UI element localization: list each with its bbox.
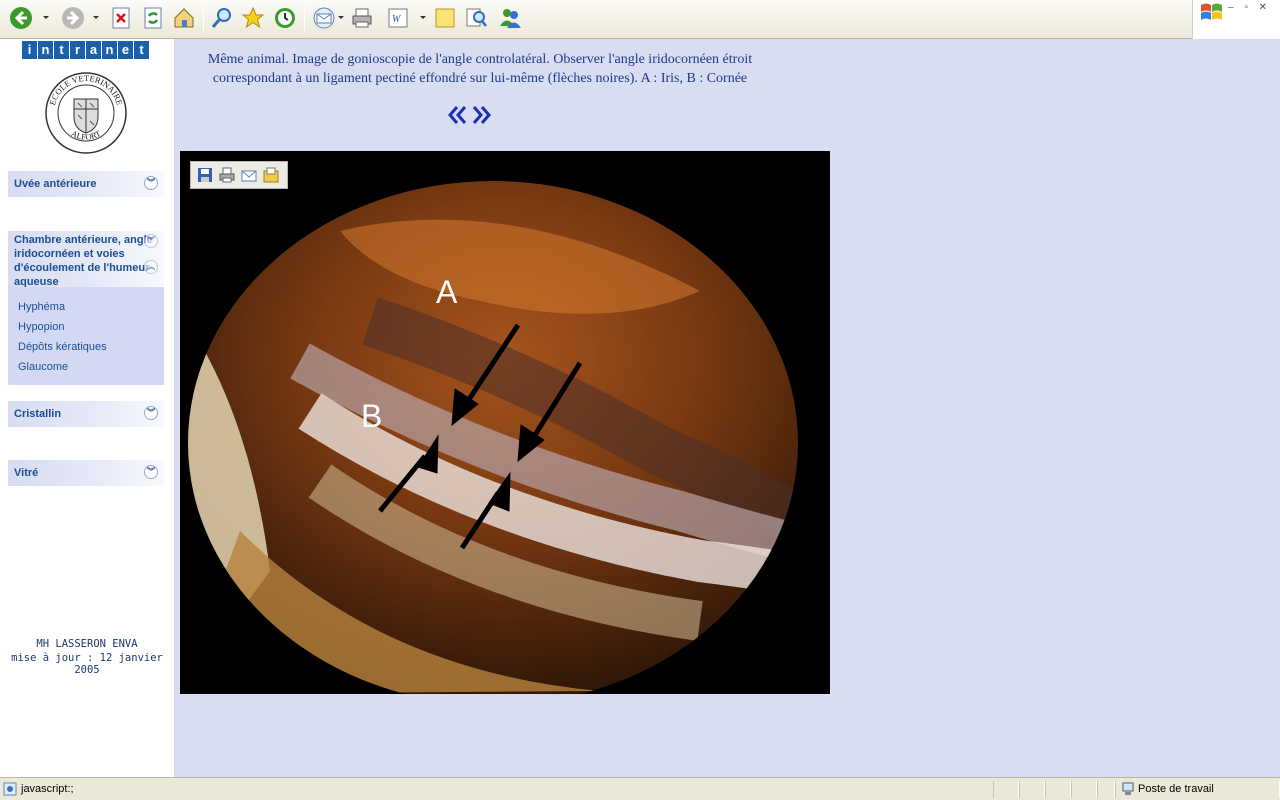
favorites-icon[interactable] [240,5,266,31]
back-icon[interactable] [8,5,34,31]
mail-icon [241,170,257,182]
chevron-down-icon[interactable]: ︾ [144,465,158,479]
discuss-icon[interactable] [432,5,458,31]
photo-label-a: A [436,274,458,310]
forward-dropdown-icon[interactable] [93,16,99,19]
open-folder-button[interactable] [262,166,280,184]
double-chevron-right-icon [472,106,491,124]
photo-label-b: B [361,398,382,434]
page-icon [3,782,17,796]
intranet-letter: t [54,41,69,59]
print-icon [219,167,235,183]
computer-icon [1122,782,1134,795]
chevron-down-icon[interactable]: ︾ [144,234,158,248]
sidebar: i n t r a n e t ECOLE VETERINAIRE ALFORT… [0,39,174,777]
forward-icon[interactable] [60,5,86,31]
research-icon[interactable] [463,5,489,31]
browser-toolbar: W – ▫ ✕ [0,0,1280,39]
edit-dropdown-icon[interactable] [420,16,426,19]
submenu-item-glaucome[interactable]: Glaucome [18,361,68,373]
toolbar-separator [203,5,204,33]
home-icon[interactable] [171,5,197,31]
edit-word-icon[interactable]: W [385,5,411,31]
email-image-button[interactable] [240,166,258,184]
status-cell [1019,781,1045,798]
intranet-letter: i [22,41,37,59]
menu-label: Vitré [14,467,39,479]
caption-line: correspondant à un ligament pectiné effo… [212,71,748,86]
zone-label: Poste de travail [1138,783,1214,795]
menu-label: Cristallin [14,408,62,420]
intranet-letter: r [70,41,85,59]
windows-flag-icon [1201,3,1222,20]
footer-author: MH LASSERON ENVA [36,638,138,650]
image-caption: Même animal. Image de gonioscopie de l'a… [180,50,780,88]
search-icon[interactable] [209,5,235,31]
intranet-letter: a [86,41,101,59]
chevron-down-icon[interactable]: ︾ [144,176,158,190]
window-controls[interactable]: – ▫ ✕ [1228,2,1271,13]
status-text: javascript:; [21,783,74,795]
menu-chambre-anterieure[interactable]: Chambre antérieure, angle iridocornéen e… [8,231,164,287]
save-image-button[interactable] [196,166,214,184]
intranet-letter: e [118,41,133,59]
folder-icon [263,167,279,183]
messenger-icon[interactable] [497,5,523,31]
stop-icon[interactable] [108,5,134,31]
status-cell [1071,781,1097,798]
refresh-icon[interactable] [140,5,166,31]
caption-line: Même animal. Image de gonioscopie de l'a… [207,52,753,67]
gonioscopy-photo: A B [180,151,830,694]
status-cell [993,781,1019,798]
submenu-item-depots-keratiques[interactable]: Dépôts kératiques [18,341,107,353]
chevron-up-icon[interactable]: ︽ [144,260,158,274]
submenu-item-hyphema[interactable]: Hyphéma [18,301,65,313]
next-button[interactable] [471,105,491,125]
mail-icon[interactable] [311,5,337,31]
submenu-chambre-anterieure: Hyphéma Hypopion Dépôts kératiques Glauc… [8,287,164,385]
menu-label: Chambre antérieure, angle iridocornéen e… [14,234,153,287]
save-icon [198,168,212,182]
footer-updated: mise à jour : 12 janvier 2005 [11,652,163,676]
print-icon[interactable] [349,5,375,31]
print-image-button[interactable] [218,166,236,184]
double-chevron-left-icon [448,106,467,124]
school-seal-logo: ECOLE VETERINAIRE ALFORT [45,72,127,154]
menu-cristallin[interactable]: Cristallin ︾ [8,401,164,427]
status-cell [1045,781,1071,798]
menu-label: Uvée antérieure [14,178,97,190]
menu-vitre[interactable]: Vitré ︾ [8,460,164,486]
intranet-letter: n [38,41,53,59]
intranet-letter: n [102,41,117,59]
menu-uvee-anterieure[interactable]: Uvée antérieure ︾ [8,171,164,197]
back-dropdown-icon[interactable] [43,16,49,19]
chevron-down-icon[interactable]: ︾ [144,406,158,420]
intranet-logo[interactable]: i n t r a n e t [22,41,149,59]
security-zone[interactable]: Poste de travail [1115,781,1280,798]
status-bar: javascript:; Poste de travail [0,777,1280,800]
history-icon[interactable] [272,5,298,31]
previous-button[interactable] [448,105,468,125]
status-cell [1097,781,1115,798]
toolbar-separator [304,5,305,33]
submenu-item-hypopion[interactable]: Hypopion [18,321,64,333]
intranet-letter: t [134,41,149,59]
image-navigation [448,105,491,125]
mail-dropdown-icon[interactable] [338,16,344,19]
image-toolbar [190,161,288,189]
